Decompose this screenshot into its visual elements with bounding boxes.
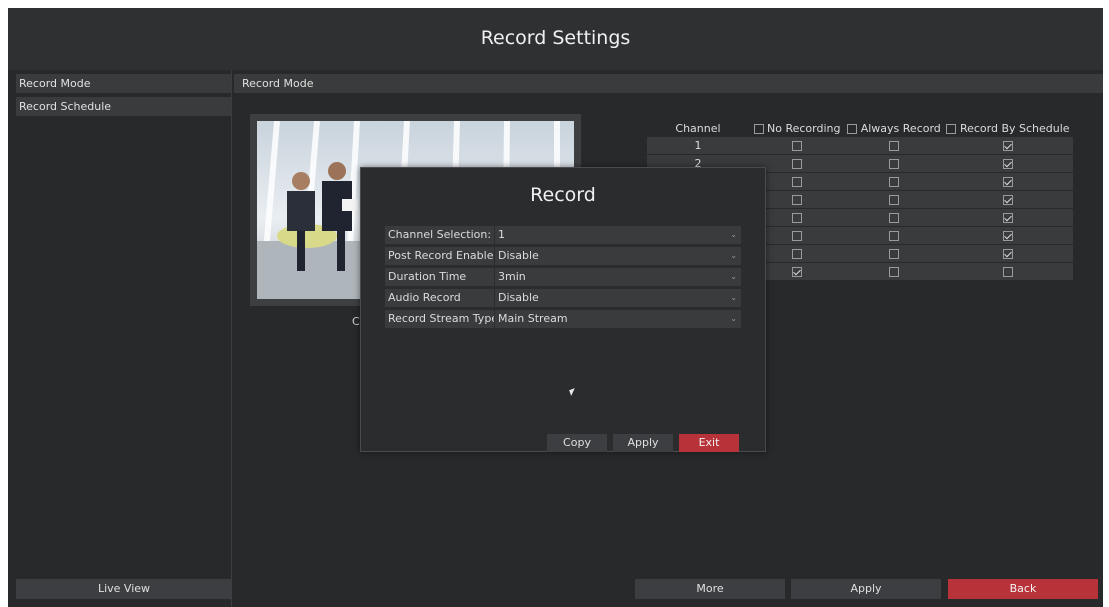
header-always-record-label: Always Record bbox=[860, 122, 941, 135]
cell-record-by-schedule bbox=[943, 208, 1073, 227]
record-by-schedule-checkbox[interactable] bbox=[1003, 141, 1013, 151]
cell-always-record bbox=[845, 226, 943, 245]
audio-record-row: Audio Record Disable ⌄ bbox=[385, 289, 741, 307]
no-recording-checkbox[interactable] bbox=[792, 159, 802, 169]
post-record-enable-row: Post Record Enable Disable ⌄ bbox=[385, 247, 741, 265]
live-view-button[interactable]: Live View bbox=[16, 579, 232, 599]
copy-button[interactable]: Copy bbox=[547, 434, 607, 452]
cell-always-record bbox=[845, 154, 943, 173]
duration-time-row: Duration Time 3min ⌄ bbox=[385, 268, 741, 286]
chevron-down-icon: ⌄ bbox=[730, 314, 737, 323]
cell-record-by-schedule bbox=[943, 226, 1073, 245]
sidebar: Record Mode Record Schedule bbox=[16, 74, 232, 120]
cell-record-by-schedule bbox=[943, 190, 1073, 209]
audio-record-value: Disable bbox=[498, 291, 539, 304]
channel-selection-label: Channel Selection: bbox=[385, 226, 494, 244]
cell-always-record bbox=[845, 208, 943, 227]
no-recording-checkbox[interactable] bbox=[792, 195, 802, 205]
header-no-recording-label: No Recording bbox=[767, 122, 841, 135]
record-by-schedule-checkbox[interactable] bbox=[1003, 177, 1013, 187]
always-record-checkbox[interactable] bbox=[889, 249, 899, 259]
record-by-schedule-checkbox[interactable] bbox=[1003, 249, 1013, 259]
always-record-checkbox[interactable] bbox=[889, 195, 899, 205]
cell-always-record bbox=[845, 190, 943, 209]
always-record-checkbox[interactable] bbox=[889, 159, 899, 169]
header-record-by-schedule-label: Record By Schedule bbox=[959, 122, 1070, 135]
channel-selection-select[interactable]: 1 ⌄ bbox=[495, 226, 741, 244]
chevron-down-icon: ⌄ bbox=[730, 293, 737, 302]
cell-record-by-schedule bbox=[943, 244, 1073, 263]
cell-always-record bbox=[845, 244, 943, 263]
chevron-down-icon: ⌄ bbox=[730, 272, 737, 281]
duration-time-select[interactable]: 3min ⌄ bbox=[495, 268, 741, 286]
cell-record-by-schedule bbox=[943, 154, 1073, 173]
header-always-record[interactable]: Always Record bbox=[845, 120, 943, 137]
sidebar-divider bbox=[231, 70, 232, 607]
no-recording-checkbox[interactable] bbox=[792, 141, 802, 151]
cell-record-by-schedule bbox=[943, 172, 1073, 191]
dialog-title: Record bbox=[530, 184, 596, 206]
record-dialog: Record Channel Selection: 1 ⌄ Post Record… bbox=[360, 167, 766, 452]
no-recording-checkbox[interactable] bbox=[792, 231, 802, 241]
cell-no-recording bbox=[749, 137, 845, 155]
no-recording-checkbox[interactable] bbox=[792, 249, 802, 259]
always-record-checkbox[interactable] bbox=[889, 231, 899, 241]
panel-header: Record Mode bbox=[234, 74, 1103, 93]
sidebar-item-record-schedule[interactable]: Record Schedule bbox=[16, 97, 232, 116]
cell-record-by-schedule bbox=[943, 137, 1073, 155]
record-by-schedule-checkbox[interactable] bbox=[1003, 231, 1013, 241]
cell-always-record bbox=[845, 262, 943, 281]
more-button[interactable]: More bbox=[635, 579, 785, 599]
header-no-recording[interactable]: No Recording bbox=[749, 120, 845, 137]
audio-record-select[interactable]: Disable ⌄ bbox=[495, 289, 741, 307]
back-button[interactable]: Back bbox=[948, 579, 1098, 599]
channel-number: 1 bbox=[647, 137, 749, 155]
record-by-schedule-checkbox[interactable] bbox=[1003, 159, 1013, 169]
no-recording-checkbox[interactable] bbox=[792, 267, 802, 277]
cell-record-by-schedule bbox=[943, 262, 1073, 281]
channel-selection-value: 1 bbox=[498, 228, 505, 241]
header-record-by-schedule[interactable]: Record By Schedule bbox=[943, 120, 1073, 137]
channel-selection-row: Channel Selection: 1 ⌄ bbox=[385, 226, 741, 244]
no-recording-checkbox[interactable] bbox=[792, 213, 802, 223]
always-record-checkbox[interactable] bbox=[889, 141, 899, 151]
post-record-enable-select[interactable]: Disable ⌄ bbox=[495, 247, 741, 265]
dialog-apply-button[interactable]: Apply bbox=[613, 434, 673, 452]
record-by-schedule-checkbox[interactable] bbox=[1003, 213, 1013, 223]
no-recording-all-checkbox[interactable] bbox=[753, 124, 764, 134]
cell-always-record bbox=[845, 172, 943, 191]
always-record-all-checkbox[interactable] bbox=[847, 124, 858, 134]
always-record-checkbox[interactable] bbox=[889, 213, 899, 223]
duration-time-value: 3min bbox=[498, 270, 526, 283]
record-by-schedule-checkbox[interactable] bbox=[1003, 267, 1013, 277]
always-record-checkbox[interactable] bbox=[889, 177, 899, 187]
table-row: 1 bbox=[647, 137, 1073, 155]
record-stream-type-select[interactable]: Main Stream ⌄ bbox=[495, 310, 741, 328]
record-stream-type-row: Record Stream Type Main Stream ⌄ bbox=[385, 310, 741, 328]
header-channel: Channel bbox=[675, 122, 721, 135]
page-title: Record Settings bbox=[8, 8, 1103, 70]
always-record-checkbox[interactable] bbox=[889, 267, 899, 277]
audio-record-label: Audio Record bbox=[385, 289, 494, 307]
no-recording-checkbox[interactable] bbox=[792, 177, 802, 187]
exit-button[interactable]: Exit bbox=[679, 434, 739, 452]
record-stream-type-value: Main Stream bbox=[498, 312, 568, 325]
chevron-down-icon: ⌄ bbox=[730, 230, 737, 239]
record-settings-screen: Record Settings Record Mode Record Sched… bbox=[8, 8, 1103, 607]
record-by-schedule-all-checkbox[interactable] bbox=[946, 124, 957, 134]
preview-caption: C bbox=[352, 315, 360, 328]
sidebar-item-record-mode[interactable]: Record Mode bbox=[16, 74, 232, 93]
post-record-enable-label: Post Record Enable bbox=[385, 247, 494, 265]
record-by-schedule-checkbox[interactable] bbox=[1003, 195, 1013, 205]
chevron-down-icon: ⌄ bbox=[730, 251, 737, 260]
duration-time-label: Duration Time bbox=[385, 268, 494, 286]
post-record-enable-value: Disable bbox=[498, 249, 539, 262]
record-stream-type-label: Record Stream Type bbox=[385, 310, 494, 328]
cell-always-record bbox=[845, 137, 943, 155]
apply-button[interactable]: Apply bbox=[791, 579, 941, 599]
